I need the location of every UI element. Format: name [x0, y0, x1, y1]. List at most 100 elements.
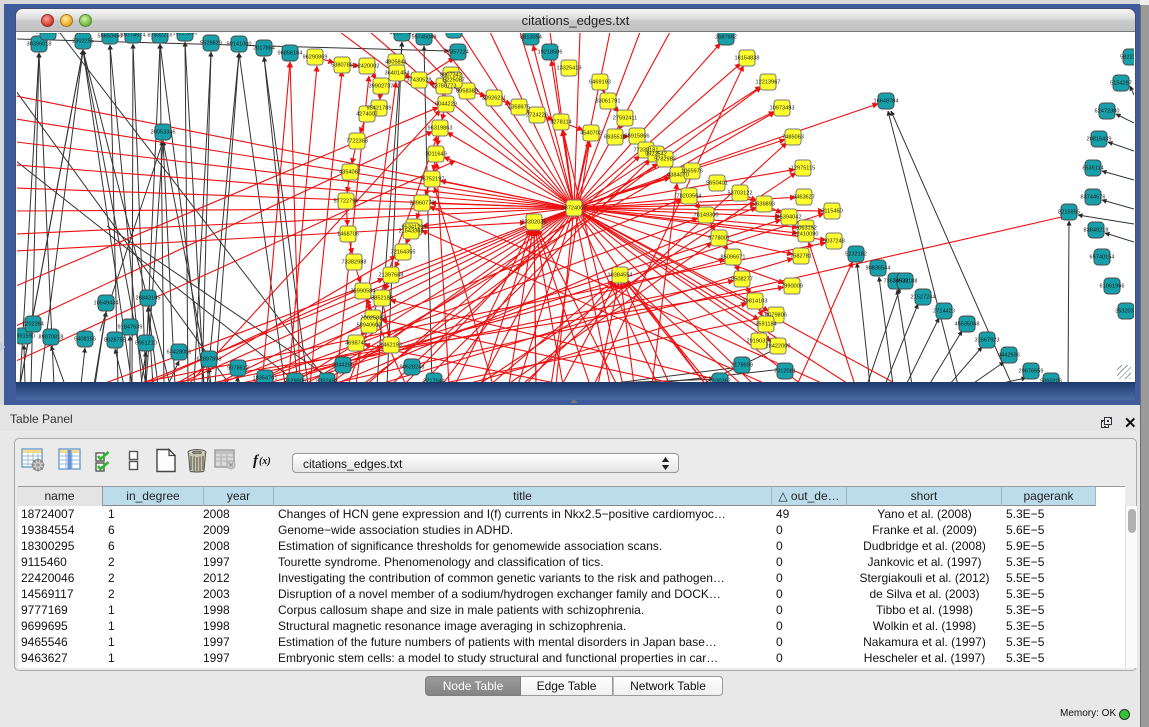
- svg-text:20053346: 20053346: [151, 130, 176, 136]
- svg-text:30926211: 30926211: [482, 96, 506, 102]
- svg-text:66599395: 66599395: [36, 33, 61, 36]
- svg-text:4442936: 4442936: [998, 353, 1020, 359]
- svg-text:8813054: 8813054: [520, 35, 542, 41]
- svg-text:52410090: 52410090: [794, 232, 819, 238]
- svg-text:2844290: 2844290: [332, 363, 354, 369]
- svg-text:8536114: 8536114: [1082, 166, 1103, 172]
- svg-text:78203564: 78203564: [677, 194, 702, 200]
- svg-text:1358976: 1358976: [508, 105, 530, 111]
- svg-text:45535068: 45535068: [955, 322, 980, 328]
- svg-text:9782983: 9782983: [654, 157, 676, 163]
- svg-text:96319863: 96319863: [428, 126, 453, 132]
- svg-text:3591184: 3591184: [755, 322, 776, 328]
- svg-text:2687682: 2687682: [715, 35, 737, 41]
- svg-text:65740154: 65740154: [1090, 255, 1115, 261]
- svg-text:21643368: 21643368: [399, 229, 424, 235]
- svg-text:1468706: 1468706: [337, 232, 359, 238]
- svg-text:27592411: 27592411: [613, 116, 637, 122]
- svg-text:2017864: 2017864: [253, 46, 275, 52]
- svg-text:18724007: 18724007: [562, 206, 587, 212]
- svg-text:90628248: 90628248: [400, 365, 425, 371]
- svg-text:21397668: 21397668: [379, 273, 404, 279]
- svg-text:63428001: 63428001: [167, 350, 192, 356]
- svg-text:12975115: 12975115: [791, 166, 815, 172]
- svg-text:93760773: 93760773: [432, 84, 457, 90]
- svg-text:5154287: 5154287: [1110, 81, 1132, 87]
- svg-text:5822307: 5822307: [1120, 55, 1134, 61]
- svg-text:8028755: 8028755: [104, 338, 126, 344]
- svg-text:1065976: 1065976: [681, 169, 703, 175]
- svg-text:36401454: 36401454: [385, 71, 410, 77]
- svg-text:5225087: 5225087: [443, 78, 465, 84]
- svg-text:21527244: 21527244: [911, 295, 936, 301]
- svg-text:58940600: 58940600: [357, 323, 382, 329]
- svg-text:99141000: 99141000: [227, 42, 252, 48]
- svg-text:96856164: 96856164: [278, 51, 303, 57]
- svg-text:29676659: 29676659: [1019, 369, 1044, 375]
- svg-text:70025882: 70025882: [361, 316, 386, 322]
- svg-text:5408156: 5408156: [74, 337, 96, 343]
- svg-text:89774974: 89774974: [121, 33, 146, 39]
- svg-text:2179699: 2179699: [731, 363, 753, 369]
- svg-text:7357224: 7357224: [447, 50, 469, 56]
- svg-text:89070818: 89070818: [39, 335, 64, 341]
- svg-text:8958388: 8958388: [456, 89, 478, 95]
- svg-text:85096671: 85096671: [721, 255, 746, 261]
- svg-text:7990009: 7990009: [781, 284, 803, 290]
- svg-text:4540702: 4540702: [580, 131, 602, 137]
- svg-text:31667923: 31667923: [975, 338, 1000, 344]
- svg-text:3011649: 3011649: [425, 152, 446, 158]
- svg-text:10549434: 10549434: [94, 301, 119, 307]
- svg-text:98915866: 98915866: [625, 134, 650, 140]
- svg-text:8278114: 8278114: [550, 120, 571, 126]
- svg-text:12213967: 12213967: [756, 80, 781, 86]
- svg-text:23302035: 23302035: [522, 220, 547, 226]
- svg-text:62472380: 62472380: [1095, 109, 1120, 115]
- svg-text:(x): (x): [259, 456, 271, 467]
- svg-text:4805841: 4805841: [385, 60, 407, 66]
- svg-text:5037248: 5037248: [823, 239, 845, 245]
- svg-text:3532032: 3532032: [1115, 309, 1134, 315]
- svg-text:72164355: 72164355: [391, 250, 416, 256]
- svg-text:20815439: 20815439: [1087, 137, 1112, 143]
- svg-text:55650450: 55650450: [98, 34, 123, 40]
- svg-text:83061791: 83061791: [596, 99, 621, 105]
- svg-text:26843185: 26843185: [136, 296, 161, 302]
- svg-text:19384554: 19384554: [608, 273, 633, 279]
- svg-text:2302255: 2302255: [72, 39, 94, 45]
- svg-text:28422000: 28422000: [766, 344, 791, 350]
- svg-text:1462193: 1462193: [380, 343, 402, 349]
- svg-text:18354761: 18354761: [253, 376, 278, 382]
- svg-text:5650401: 5650401: [706, 181, 728, 187]
- svg-text:5528829: 5528829: [200, 41, 222, 47]
- svg-text:33960779: 33960779: [410, 201, 435, 207]
- svg-text:2724228: 2724228: [526, 113, 548, 119]
- svg-text:8661210: 8661210: [135, 341, 157, 347]
- svg-text:13028344: 13028344: [442, 33, 467, 34]
- svg-text:73382988: 73382988: [342, 260, 367, 266]
- svg-text:37430528: 37430528: [407, 78, 432, 84]
- svg-text:9778001: 9778001: [708, 236, 730, 242]
- svg-text:8215955: 8215955: [1058, 210, 1080, 216]
- svg-text:6935510: 6935510: [604, 135, 626, 141]
- svg-text:83849218: 83849218: [1084, 228, 1109, 234]
- svg-text:91847639: 91847639: [118, 325, 143, 331]
- svg-text:83744576: 83744576: [1081, 195, 1106, 201]
- svg-text:19814103: 19814103: [743, 299, 768, 305]
- svg-text:19229206: 19229206: [173, 33, 198, 37]
- svg-text:36752197: 36752197: [420, 177, 445, 183]
- svg-text:9463627: 9463627: [793, 195, 815, 201]
- svg-text:9115460: 9115460: [821, 209, 842, 215]
- svg-text:90836544: 90836544: [866, 266, 891, 272]
- svg-text:32420002: 32420002: [355, 64, 380, 70]
- svg-text:35990584: 35990584: [351, 289, 376, 295]
- svg-text:62897893: 62897893: [197, 357, 222, 363]
- svg-text:2714423: 2714423: [933, 309, 955, 315]
- svg-text:5380786: 5380786: [331, 63, 353, 69]
- svg-text:4274007: 4274007: [356, 112, 378, 118]
- svg-text:3852188: 3852188: [371, 296, 393, 302]
- svg-text:19218506: 19218506: [538, 50, 563, 56]
- svg-text:9044229: 9044229: [435, 102, 457, 108]
- svg-text:96290869: 96290869: [303, 55, 328, 61]
- svg-text:6469193: 6469193: [589, 80, 611, 86]
